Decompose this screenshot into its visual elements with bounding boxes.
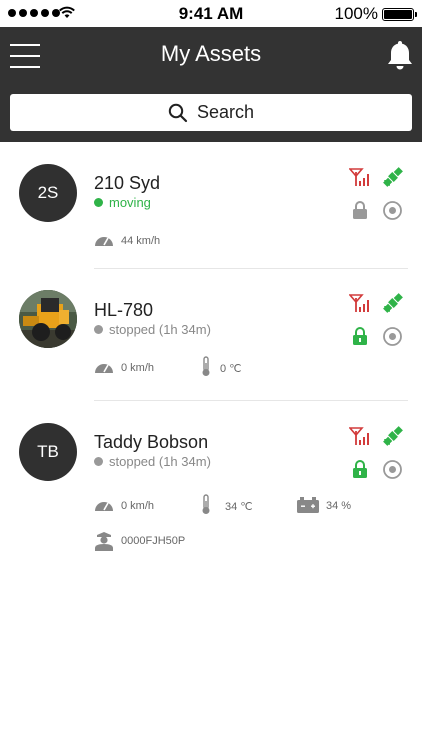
app-header: My Assets Search [0,27,422,142]
speed-value: 0 km/h [121,362,155,374]
speed-value: 44 km/h [121,235,161,247]
driver-icon [95,532,113,551]
battery-icon [382,8,417,21]
status-dot [94,198,103,207]
asset-card-taddy-bobson[interactable]: TB Taddy Bobson stopped (1h 34m) 0 km/h … [0,401,422,581]
notification-bell-icon[interactable] [386,39,414,71]
asset-card-hl-780[interactable]: HL-780 stopped (1h 34m) 0 km/h 0 ℃ [0,269,422,401]
status-dot [94,325,103,334]
speedometer-icon [95,502,113,511]
asset-name: 210 Syd [94,173,161,193]
asset-status: stopped (1h 34m) [94,322,211,337]
thermometer-icon [202,494,210,514]
asset-name: Taddy Bobson [94,432,209,452]
temperature-value: 0 ℃ [220,363,242,375]
search-icon [168,103,188,122]
signal-icon [349,294,369,312]
asset-status: moving [94,195,151,210]
search-placeholder: Search [196,102,255,122]
signal-icon [349,427,369,445]
loader-photo [19,290,77,348]
asset-list: 2S 210 Syd moving 44 km/h HL-780 stopped… [0,142,422,581]
unlock-icon[interactable] [352,459,368,479]
driver-id-value: 0000FJH50P [121,535,186,547]
avatar: 2S [19,164,77,222]
satellite-icon [383,293,403,313]
lock-icon[interactable] [352,200,368,220]
unlock-icon[interactable] [352,326,368,346]
status-bar: 9:41 AM 100% [0,0,422,27]
satellite-icon [383,167,403,187]
status-text: moving [109,195,151,210]
avatar-image-loader [19,290,77,348]
locate-target-icon[interactable] [382,459,403,480]
status-text: stopped (1h 34m) [109,454,211,469]
page-title: My Assets [160,41,262,66]
satellite-icon [383,426,403,446]
asset-card-210-syd[interactable]: 2S 210 Syd moving 44 km/h [0,142,422,269]
temperature-value: 34 ℃ [225,501,253,513]
locate-target-icon[interactable] [382,200,403,221]
locate-target-icon[interactable] [382,326,403,347]
speed-value: 0 km/h [121,500,155,512]
speedometer-icon [95,364,113,373]
battery-icon [297,497,319,513]
asset-name: HL-780 [94,300,154,320]
avatar: TB [19,423,77,481]
status-dot [94,457,103,466]
battery-percent: 100% [334,4,378,23]
signal-icon [349,168,369,186]
search-input[interactable]: Search [10,94,412,131]
battery-value: 34 % [326,500,352,512]
status-text: stopped (1h 34m) [109,322,211,337]
speedometer-icon [95,237,113,246]
thermometer-icon [202,356,210,376]
asset-status: stopped (1h 34m) [94,454,211,469]
